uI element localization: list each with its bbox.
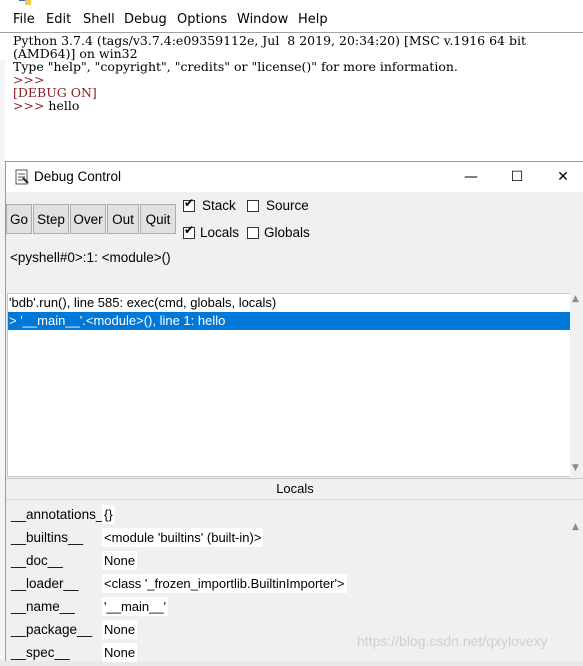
maximize-button[interactable]: ☐ — [502, 166, 532, 188]
quit-button[interactable]: Quit — [140, 204, 176, 234]
locals-row: __name__ '__main__' — [6, 597, 583, 620]
status-line: <pyshell#0>:1: <module>() — [10, 250, 171, 265]
source-checkbox-label[interactable]: Source — [266, 198, 309, 213]
watermark: https://blog.csdn.net/qxylovexy — [357, 633, 548, 649]
source-checkbox[interactable] — [247, 200, 259, 212]
menu-help[interactable]: Help — [298, 12, 328, 27]
go-button[interactable]: Go — [6, 204, 32, 234]
shell-title-bar — [0, 0, 583, 8]
out-button[interactable]: Out — [107, 204, 139, 234]
locals-scrollbar[interactable]: ▲ — [570, 500, 583, 661]
locals-row: __annotations__ {} — [6, 505, 583, 528]
stack-listbox[interactable]: 'bdb'.run(), line 585: exec(cmd, globals… — [7, 293, 571, 477]
over-button[interactable]: Over — [70, 204, 106, 234]
stack-scrollbar[interactable]: ▲ ▼ — [570, 293, 583, 477]
menu-debug[interactable]: Debug — [124, 12, 167, 27]
menu-edit[interactable]: Edit — [46, 12, 71, 27]
local-name: __package__ — [11, 622, 93, 637]
globals-checkbox-label[interactable]: Globals — [264, 225, 310, 240]
local-value[interactable]: <module 'builtins' (built-in)> — [102, 528, 264, 547]
debug-title-bar[interactable]: Debug Control — ☐ ✕ — [6, 162, 583, 192]
scroll-down-icon[interactable]: ▼ — [572, 463, 579, 473]
menu-window[interactable]: Window — [237, 12, 288, 27]
stack-checkbox-label[interactable]: Stack — [202, 198, 236, 213]
local-name: __doc__ — [11, 553, 63, 568]
step-button[interactable]: Step — [33, 204, 69, 234]
shell-command: hello — [48, 98, 80, 113]
local-value[interactable]: None — [102, 551, 138, 570]
local-value[interactable]: '__main__' — [102, 597, 169, 616]
local-name: __annotations__ — [11, 507, 111, 522]
check-icon: ✔ — [184, 223, 195, 237]
local-value[interactable]: None — [102, 620, 138, 639]
stack-checkbox[interactable]: ✔ — [183, 196, 195, 212]
local-name: __loader__ — [11, 576, 79, 591]
scroll-up-icon[interactable]: ▲ — [572, 294, 579, 304]
locals-checkbox-label[interactable]: Locals — [200, 225, 239, 240]
stack-frame-row-selected[interactable]: > '__main__'.<module>(), line 1: hello — [8, 312, 570, 330]
locals-row: __doc__ None — [6, 551, 583, 574]
menu-options[interactable]: Options — [177, 12, 227, 27]
local-value[interactable]: None — [102, 643, 138, 662]
shell-banner-line: Type "help", "copyright", "credits" or "… — [13, 59, 458, 74]
stack-frame-row[interactable]: 'bdb'.run(), line 585: exec(cmd, globals… — [8, 294, 570, 312]
check-icon: ✔ — [184, 196, 195, 210]
shell-prompt: >>> — [13, 98, 49, 113]
shell-menubar: File Edit Shell Debug Options Window Hel… — [0, 8, 583, 32]
python-icon — [19, 0, 31, 5]
debug-control-window: Debug Control — ☐ ✕ Go Step Over Out Qui… — [5, 161, 583, 662]
globals-checkbox[interactable] — [247, 227, 259, 239]
local-name: __builtins__ — [11, 530, 84, 545]
local-value[interactable]: <class '_frozen_importlib.BuiltinImporte… — [102, 574, 347, 593]
local-name: __spec__ — [11, 645, 70, 660]
locals-row: __builtins__ <module 'builtins' (built-i… — [6, 528, 583, 551]
locals-row: __loader__ <class '_frozen_importlib.Bui… — [6, 574, 583, 597]
python-shell-window: File Edit Shell Debug Options Window Hel… — [0, 0, 583, 166]
close-button[interactable]: ✕ — [548, 166, 578, 188]
idle-icon — [15, 169, 29, 185]
locals-checkbox[interactable]: ✔ — [183, 223, 195, 239]
scroll-up-icon[interactable]: ▲ — [572, 522, 579, 532]
window-title: Debug Control — [34, 169, 122, 184]
minimize-button[interactable]: — — [456, 166, 486, 188]
local-name: __name__ — [11, 599, 75, 614]
menu-shell[interactable]: Shell — [83, 12, 115, 27]
locals-header: Locals — [6, 478, 583, 500]
shell-text-area[interactable]: Python 3.7.4 (tags/v3.7.4:e09359112e, Ju… — [0, 32, 583, 166]
shell-input-line: >>> hello — [13, 98, 79, 113]
local-value[interactable]: {} — [102, 505, 115, 524]
menu-file[interactable]: File — [13, 12, 35, 27]
